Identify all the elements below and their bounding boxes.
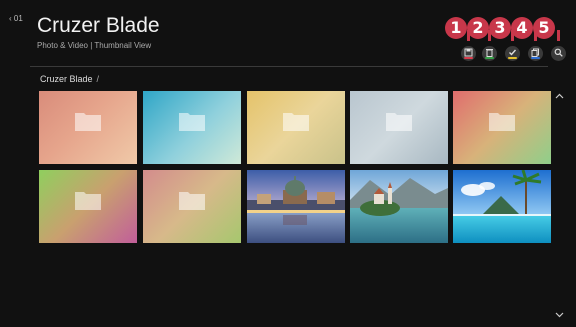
- delete-button[interactable]: [482, 46, 497, 61]
- save-button[interactable]: [461, 46, 476, 61]
- folder-icon: [75, 192, 101, 210]
- page-subtitle: Photo & Video | Thumbnail View: [37, 41, 152, 50]
- folder-icon: [489, 113, 515, 131]
- save-icon: [464, 48, 473, 57]
- folder-icon: [283, 113, 309, 131]
- badge-pointer-5: [557, 30, 560, 41]
- city-photo: [247, 170, 345, 243]
- photo-tile[interactable]: [453, 170, 551, 243]
- select-button[interactable]: [505, 46, 520, 61]
- folder-icon: [179, 192, 205, 210]
- tropical-pool-photo: [453, 170, 551, 243]
- breadcrumb-path[interactable]: Cruzer Blade: [40, 74, 93, 84]
- callout-badge-5: 5: [533, 17, 555, 39]
- scroll-up-button[interactable]: [555, 91, 564, 101]
- folder-icon: [386, 113, 412, 131]
- select-icon: [509, 49, 517, 56]
- folder-tile[interactable]: [39, 91, 137, 164]
- header-divider: [30, 66, 548, 67]
- delete-color-key: [485, 57, 494, 59]
- folder-tile[interactable]: [143, 170, 241, 243]
- copy-color-key: [531, 57, 540, 59]
- save-color-key: [464, 57, 473, 59]
- folder-tile[interactable]: [350, 91, 448, 164]
- photo-tile[interactable]: [247, 170, 345, 243]
- chevron-down-icon: [555, 312, 564, 318]
- callout-badge-3: 3: [489, 17, 511, 39]
- folder-icon: [179, 113, 205, 131]
- app-screen: ‹ 01 Cruzer Blade Photo & Video | Thumbn…: [0, 0, 576, 327]
- delete-icon: [486, 49, 493, 57]
- page-title: Cruzer Blade: [37, 14, 160, 37]
- select-color-key: [508, 57, 517, 59]
- breadcrumb: Cruzer Blade /: [40, 74, 99, 84]
- breadcrumb-separator: /: [96, 74, 100, 84]
- chevron-up-icon: [555, 93, 564, 99]
- folder-tile[interactable]: [143, 91, 241, 164]
- callout-badge-4: 4: [511, 17, 533, 39]
- photo-tile[interactable]: [350, 170, 448, 243]
- search-button[interactable]: [551, 46, 566, 61]
- folder-tile[interactable]: [453, 91, 551, 164]
- folder-tile[interactable]: [39, 170, 137, 243]
- back-button[interactable]: ‹ 01: [9, 14, 23, 23]
- scroll-down-button[interactable]: [555, 310, 564, 320]
- copy-icon: [531, 48, 539, 57]
- callout-badge-1: 1: [445, 17, 467, 39]
- search-icon: [554, 48, 563, 57]
- lake-church-photo: [350, 170, 448, 243]
- callout-badge-2: 2: [467, 17, 489, 39]
- folder-tile[interactable]: [247, 91, 345, 164]
- folder-icon: [75, 113, 101, 131]
- copy-button[interactable]: [528, 46, 543, 61]
